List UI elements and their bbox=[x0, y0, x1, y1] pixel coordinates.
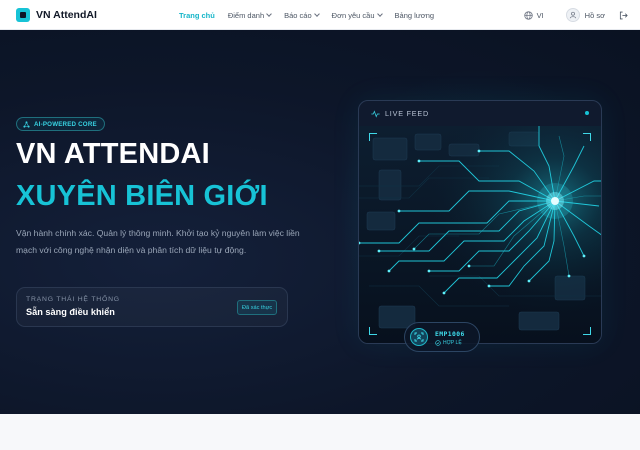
nav-item-label: Báo cáo bbox=[284, 10, 312, 20]
check-circle-icon bbox=[435, 340, 441, 346]
scan-corner-top-left bbox=[369, 133, 377, 141]
profile-label: Hồ sơ bbox=[584, 10, 605, 20]
nav-item-home[interactable]: Trang chủ bbox=[179, 11, 215, 20]
hero-subtitle: XUYÊN BIÊN GIỚI bbox=[16, 180, 268, 212]
nav-item-label: Bảng lương bbox=[394, 10, 435, 20]
page-below-hero bbox=[0, 414, 640, 450]
brand-name: VN AttendAI bbox=[36, 8, 97, 21]
hero-section: AI-POWERED CORE VN ATTENDAI XUYÊN BIÊN G… bbox=[0, 30, 640, 414]
verified-badge: Đã xác thực bbox=[237, 300, 278, 315]
status-value: Sẵn sàng điều khiển bbox=[26, 307, 115, 317]
user-icon bbox=[569, 11, 576, 19]
scan-corner-bottom-left bbox=[369, 327, 377, 335]
badge-label: AI-POWERED CORE bbox=[34, 120, 97, 128]
feed-header: LIVE FEED bbox=[359, 101, 601, 126]
feed-title: LIVE FEED bbox=[385, 109, 429, 118]
language-switcher[interactable]: VI bbox=[523, 10, 544, 20]
brand-mark-icon bbox=[16, 7, 30, 22]
nav-item-attendance[interactable]: Điểm danh bbox=[227, 10, 272, 20]
language-label: VI bbox=[536, 10, 544, 20]
globe-icon bbox=[523, 10, 533, 20]
chevron-down-icon bbox=[376, 11, 383, 17]
face-scan-icon bbox=[410, 328, 428, 346]
top-navbar: VN AttendAI Trang chủ Điểm danh Báo cáo … bbox=[0, 0, 640, 30]
profile-button[interactable]: Hồ sơ bbox=[565, 8, 605, 22]
chevron-down-icon bbox=[313, 11, 320, 17]
circuit-board-image bbox=[359, 126, 601, 343]
nav-item-label: Đơn yêu cầu bbox=[331, 10, 375, 20]
nav-item-label: Trang chủ bbox=[179, 10, 215, 20]
live-indicator bbox=[585, 111, 589, 115]
ai-badge: AI-POWERED CORE bbox=[16, 117, 105, 131]
network-icon bbox=[23, 120, 30, 128]
nav-item-reports[interactable]: Báo cáo bbox=[284, 10, 320, 20]
scan-corner-bottom-right bbox=[583, 327, 591, 335]
employee-status: HỢP LỆ bbox=[435, 340, 462, 346]
employee-status-label: HỢP LỆ bbox=[443, 340, 462, 346]
live-feed-card: LIVE FEED bbox=[358, 100, 602, 344]
activity-icon bbox=[371, 109, 380, 118]
avatar bbox=[565, 8, 580, 22]
chevron-down-icon bbox=[266, 11, 272, 17]
main-menu: Trang chủ Điểm danh Báo cáo Đơn yêu cầu … bbox=[179, 0, 447, 30]
nav-item-payroll[interactable]: Bảng lương bbox=[395, 11, 435, 20]
brand-logo[interactable]: VN AttendAI bbox=[16, 7, 97, 22]
nav-tools: VI Hồ sơ bbox=[523, 0, 628, 30]
status-label: TRẠNG THÁI HỆ THỐNG bbox=[26, 296, 120, 303]
hero-description: Vận hành chính xác. Quản lý thông minh. … bbox=[16, 228, 300, 255]
hero-title: VN ATTENDAI bbox=[16, 138, 210, 170]
nav-item-label: Điểm danh bbox=[227, 10, 265, 20]
employee-recognition-pill: EMP1006 HỢP LỆ bbox=[404, 322, 480, 352]
scan-corner-top-right bbox=[583, 133, 591, 141]
logout-icon[interactable] bbox=[619, 11, 628, 20]
employee-id: EMP1006 bbox=[435, 330, 465, 338]
system-status-card: TRẠNG THÁI HỆ THỐNG Sẵn sàng điều khiển … bbox=[16, 287, 288, 327]
nav-item-requests[interactable]: Đơn yêu cầu bbox=[331, 10, 383, 20]
